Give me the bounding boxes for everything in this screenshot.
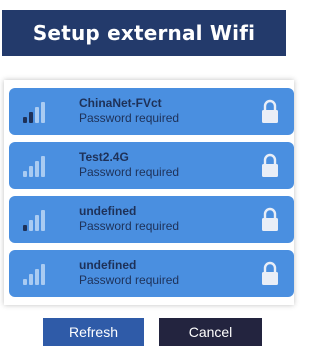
cancel-button[interactable]: Cancel: [159, 318, 262, 346]
wifi-status: Password required: [79, 111, 180, 125]
lock-icon: [262, 153, 278, 177]
wifi-signal-icon: [23, 209, 47, 231]
page-title: Setup external Wifi: [32, 21, 256, 45]
wifi-status: Password required: [79, 219, 180, 233]
wifi-status: Password required: [79, 273, 180, 287]
wifi-ssid: ChinaNet-FVct: [79, 96, 162, 110]
lock-icon: [262, 207, 278, 231]
lock-icon: [262, 99, 278, 123]
wifi-signal-icon: [23, 155, 47, 177]
wifi-network-item[interactable]: ChinaNet-FVct Password required: [9, 88, 294, 135]
wifi-signal-icon: [23, 101, 47, 123]
wifi-ssid: undefined: [79, 258, 137, 272]
lock-icon: [262, 261, 278, 285]
wifi-network-item[interactable]: Test2.4G Password required: [9, 142, 294, 189]
wifi-network-item[interactable]: undefined Password required: [9, 250, 294, 297]
wifi-network-item[interactable]: undefined Password required: [9, 196, 294, 243]
wifi-ssid: undefined: [79, 204, 137, 218]
wifi-status: Password required: [79, 165, 180, 179]
page-header: Setup external Wifi: [2, 10, 286, 56]
wifi-signal-icon: [23, 263, 47, 285]
wifi-list: ChinaNet-FVct Password required Test2.4G…: [9, 88, 294, 304]
wifi-ssid: Test2.4G: [79, 150, 129, 164]
refresh-button[interactable]: Refresh: [43, 318, 144, 346]
